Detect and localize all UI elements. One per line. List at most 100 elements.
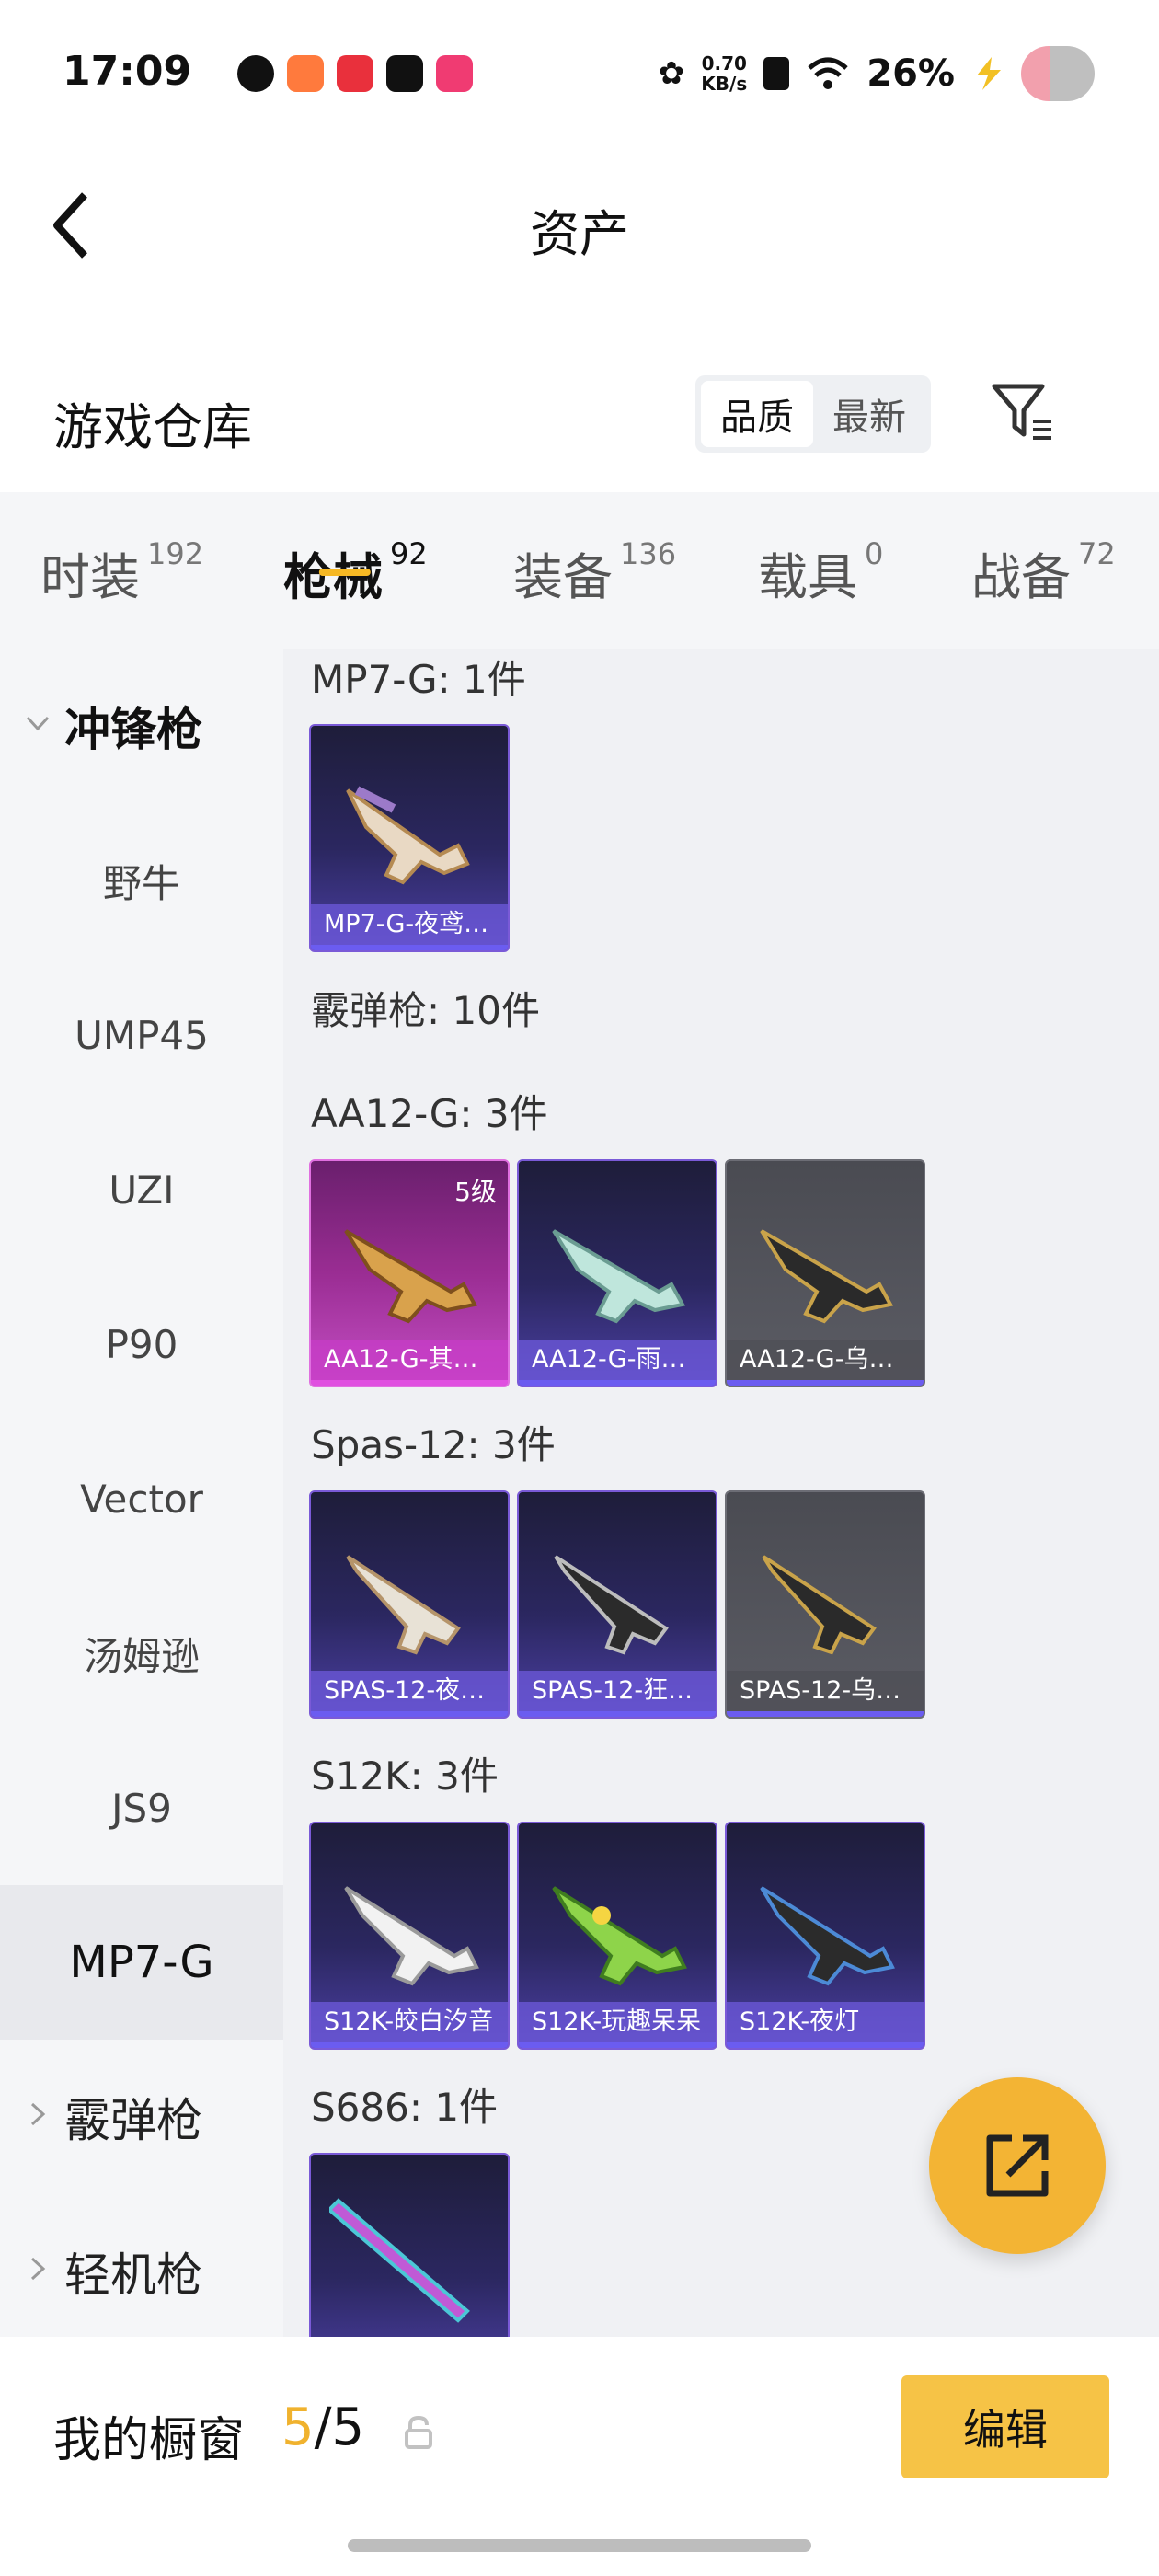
- edit-button[interactable]: 编辑: [901, 2375, 1109, 2478]
- shotgun-skin-icon: [552, 1229, 686, 1324]
- rarity-bar: [519, 1380, 716, 1386]
- chevron-right-icon: [30, 2102, 46, 2126]
- tab-label: 载具: [758, 548, 857, 606]
- tab-vehicles[interactable]: 载具 0: [758, 492, 883, 609]
- battery-text: 26%: [866, 52, 955, 95]
- share-fab[interactable]: [929, 2077, 1106, 2254]
- sidebar-item-js9[interactable]: JS9: [0, 1731, 283, 1885]
- rarity-bar: [311, 945, 508, 950]
- app-notification-icon: [337, 55, 373, 92]
- shotgun-skin-icon: [329, 2198, 470, 2323]
- card-label: SPAS-12-狂…: [519, 1671, 716, 1711]
- wifi-icon: [808, 57, 848, 89]
- sidebar-group-shotgun[interactable]: 霰弹枪: [0, 2040, 283, 2194]
- sidebar-item-vector[interactable]: Vector: [0, 1421, 283, 1576]
- sim-icon: [763, 57, 790, 90]
- tab-count: 0: [865, 536, 884, 571]
- card-label: AA12-G-雨…: [519, 1340, 716, 1380]
- weapon-card[interactable]: [309, 2153, 510, 2337]
- sort-quality-button[interactable]: 品质: [701, 381, 813, 447]
- tab-supplies[interactable]: 战备 72: [971, 492, 1116, 609]
- shotgun-skin-icon: [760, 1886, 895, 1986]
- network-speed-value: 0.70: [701, 52, 747, 75]
- tab-label: 枪械: [283, 548, 383, 606]
- shotgun-skin-icon: [762, 1555, 877, 1655]
- sort-latest-button[interactable]: 最新: [813, 381, 925, 447]
- weapon-card[interactable]: S12K-夜灯: [725, 1822, 925, 2050]
- showcase-total: 5: [331, 2398, 365, 2457]
- weapon-card[interactable]: S12K-玩趣呆呆: [517, 1822, 717, 2050]
- rarity-bar: [727, 1380, 924, 1386]
- weapon-card[interactable]: AA12-G-乌…: [725, 1159, 925, 1387]
- sidebar-item-label: 冲锋枪: [64, 703, 202, 756]
- weapon-card[interactable]: AA12-G-雨…: [517, 1159, 717, 1387]
- showcase-label: 我的橱窗: [53, 2413, 246, 2468]
- sidebar-item-bizon[interactable]: 野牛: [0, 803, 283, 958]
- shotgun-skin-icon: [346, 1555, 461, 1655]
- group-label: 霰弹枪: 10件: [311, 988, 540, 1033]
- video-app-icon: [436, 55, 473, 92]
- tab-count: 192: [147, 536, 204, 571]
- share-external-icon: [986, 2134, 1049, 2197]
- page-title: 资产: [530, 205, 629, 263]
- network-speed: 0.70 KB/s: [701, 53, 747, 94]
- weapon-card[interactable]: 5级 AA12-G-其…: [309, 1159, 510, 1387]
- rarity-bar: [311, 1711, 508, 1717]
- filter-icon[interactable]: [989, 379, 1055, 445]
- sidebar-group-smg[interactable]: 冲锋枪: [0, 649, 283, 803]
- tiktok-icon: [386, 55, 423, 92]
- tab-label: 装备: [513, 548, 613, 606]
- group-label: S12K: 3件: [311, 1754, 499, 1799]
- app-notification-icon: [287, 55, 324, 92]
- sidebar-item-label: 霰弹枪: [64, 2094, 202, 2147]
- chevron-down-icon: [26, 716, 50, 731]
- status-right: ✿ 0.70 KB/s 26%: [659, 46, 1095, 101]
- card-label: S12K-皎白汐音: [311, 2002, 508, 2042]
- card-label: AA12-G-其…: [311, 1340, 508, 1380]
- tab-count: 136: [620, 536, 677, 571]
- sidebar-group-lmg[interactable]: 轻机枪: [0, 2194, 283, 2349]
- sidebar-item-uzi[interactable]: UZI: [0, 1112, 283, 1267]
- weapon-card[interactable]: MP7-G-夜鸢…: [309, 724, 510, 952]
- home-indicator[interactable]: [348, 2539, 811, 2552]
- sort-toggle: 品质 最新: [695, 375, 931, 453]
- tab-outfits[interactable]: 时装 192: [40, 492, 203, 609]
- card-label: S12K-夜灯: [727, 2002, 924, 2042]
- tab-count: 72: [1078, 536, 1116, 571]
- card-label: AA12-G-乌…: [727, 1340, 924, 1380]
- weapon-card[interactable]: S12K-皎白汐音: [309, 1822, 510, 2050]
- shotgun-skin-icon: [344, 1886, 479, 1986]
- chevron-right-icon: [30, 2257, 46, 2281]
- rarity-bar: [727, 2042, 924, 2048]
- sidebar-item-p90[interactable]: P90: [0, 1267, 283, 1421]
- group-label: Spas-12: 3件: [311, 1422, 556, 1467]
- category-tabs: 时装 192 枪械 92 装备 136 载具 0 战备 72: [0, 492, 1159, 649]
- tab-equipment[interactable]: 装备 136: [513, 492, 676, 609]
- showcase-separator: /: [314, 2398, 332, 2457]
- rarity-bar: [519, 2042, 716, 2048]
- notification-icons: [237, 55, 473, 92]
- rarity-bar: [311, 1380, 508, 1386]
- tab-weapons[interactable]: 枪械 92: [283, 492, 428, 609]
- sidebar-item-label: 轻机枪: [64, 2248, 202, 2302]
- group-label: AA12-G: 3件: [311, 1091, 548, 1136]
- weapon-card[interactable]: SPAS-12-夜…: [309, 1490, 510, 1719]
- app-notification-icon: [237, 55, 274, 92]
- sidebar-item-ump45[interactable]: UMP45: [0, 958, 283, 1112]
- status-bar: 17:09 ✿ 0.70 KB/s 26%: [0, 0, 1159, 147]
- shotgun-skin-icon: [344, 1229, 478, 1324]
- lock-icon: [405, 2415, 432, 2449]
- shotgun-skin-icon: [554, 1555, 669, 1655]
- tab-label: 时装: [40, 548, 140, 606]
- rarity-bar: [311, 2042, 508, 2048]
- card-label: SPAS-12-乌…: [727, 1671, 924, 1711]
- card-label: SPAS-12-夜…: [311, 1671, 508, 1711]
- sidebar-item-mp7g[interactable]: MP7-G: [0, 1885, 283, 2040]
- tab-label: 战备: [971, 548, 1071, 606]
- group-label: MP7-G: 1件: [311, 657, 526, 702]
- rarity-bar: [727, 1711, 924, 1717]
- tab-count: 92: [390, 536, 428, 571]
- weapon-card[interactable]: SPAS-12-狂…: [517, 1490, 717, 1719]
- weapon-card[interactable]: SPAS-12-乌…: [725, 1490, 925, 1719]
- sidebar-item-thompson[interactable]: 汤姆逊: [0, 1576, 283, 1731]
